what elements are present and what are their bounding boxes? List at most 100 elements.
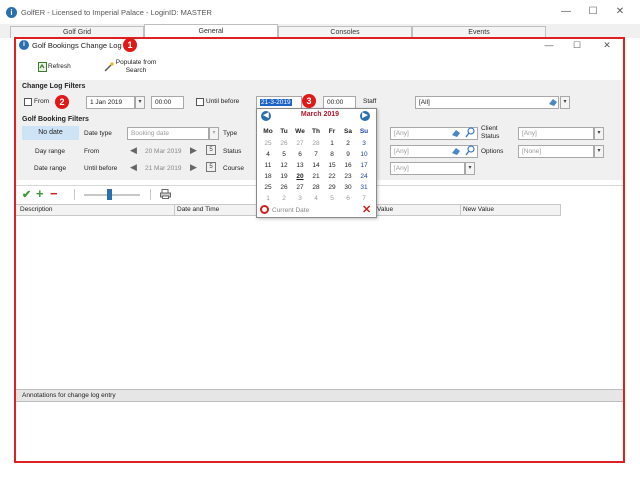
calendar-day-cell[interactable]: 1 xyxy=(260,195,276,202)
from-date-dropdown[interactable]: ▾ xyxy=(135,96,145,109)
calendar-day-cell[interactable]: 3 xyxy=(292,195,308,202)
current-date-icon[interactable] xyxy=(260,205,269,214)
from-date-field[interactable]: 1 Jan 2019 xyxy=(86,96,135,109)
accept-check-icon[interactable]: ✔ xyxy=(22,188,31,201)
calendar-day-cell[interactable]: 31 xyxy=(356,184,372,191)
course-any-field[interactable]: [Any] xyxy=(390,162,465,175)
calendar-day-cell[interactable]: 27 xyxy=(292,184,308,191)
column-header-new-value[interactable]: New Value xyxy=(463,205,494,215)
calendar-day-cell[interactable]: 28 xyxy=(308,140,324,147)
calendar-day-cell[interactable]: 30 xyxy=(340,184,356,191)
until-before-checkbox[interactable] xyxy=(196,98,204,106)
from-time-field[interactable]: 00:00 xyxy=(151,96,184,109)
calendar-day-cell[interactable]: 21 xyxy=(308,173,324,180)
calendar-prev-month-icon[interactable]: ◀ xyxy=(261,111,271,121)
clear-date-icon[interactable]: ✕ xyxy=(362,203,371,216)
calendar-day-cell[interactable]: 7 xyxy=(308,151,324,158)
calendar-day-cell[interactable]: 1 xyxy=(324,140,340,147)
column-header-description[interactable]: Description xyxy=(20,205,53,215)
calendar-day-cell[interactable]: 23 xyxy=(340,173,356,180)
calendar-day-cell[interactable]: 10 xyxy=(356,151,372,158)
calendar-day-cell[interactable]: 15 xyxy=(324,162,340,169)
child-close-button[interactable]: ✕ xyxy=(594,37,620,53)
calendar-day-cell[interactable]: 26 xyxy=(276,140,292,147)
staff-eraser-icon[interactable] xyxy=(548,97,558,107)
calendar-day-cell[interactable]: 2 xyxy=(276,195,292,202)
calendar-day-cell[interactable]: 5 xyxy=(324,195,340,202)
calendar-day-cell[interactable]: 11 xyxy=(260,162,276,169)
date-range-option[interactable]: Date range xyxy=(34,165,66,172)
from-range-value[interactable]: 20 Mar 2019 xyxy=(145,148,182,155)
from-calendar-icon[interactable]: 5 xyxy=(206,145,216,155)
calendar-day-cell[interactable]: 4 xyxy=(260,151,276,158)
from-next-arrow-icon[interactable]: ▶ xyxy=(190,145,197,156)
populate-from-search-button[interactable]: Populate from Search xyxy=(100,58,164,78)
until-next-arrow-icon[interactable]: ▶ xyxy=(190,162,197,173)
course-dropdown[interactable]: ▾ xyxy=(465,162,475,175)
current-date-button[interactable]: Current Date xyxy=(272,207,309,214)
calendar-day-cell[interactable]: 19 xyxy=(276,173,292,180)
from-prev-arrow-icon[interactable]: ◀ xyxy=(130,145,137,156)
until-calendar-icon[interactable]: 5 xyxy=(206,162,216,172)
calendar-day-cell[interactable]: 26 xyxy=(276,184,292,191)
options-field[interactable]: [None] xyxy=(518,145,594,158)
from-checkbox[interactable] xyxy=(24,98,32,106)
day-range-option[interactable]: Day range xyxy=(35,148,65,155)
calendar-day-cell[interactable]: 5 xyxy=(276,151,292,158)
date-type-field[interactable]: Booking date xyxy=(127,127,209,140)
staff-field[interactable]: [All] xyxy=(415,96,559,109)
zoom-slider-thumb[interactable] xyxy=(107,189,112,200)
calendar-month-title[interactable]: March 2019 xyxy=(296,111,344,118)
calendar-day-cell[interactable]: 3 xyxy=(356,140,372,147)
refresh-button[interactable]: Refresh xyxy=(24,60,74,74)
minimize-button[interactable]: — xyxy=(553,4,579,20)
column-header-date-time[interactable]: Date and Time xyxy=(177,205,219,215)
calendar-day-cell[interactable]: 28 xyxy=(308,184,324,191)
calendar-day-cell[interactable]: 25 xyxy=(260,140,276,147)
calendar-day-cell[interactable]: 4 xyxy=(308,195,324,202)
type-eraser-icon[interactable] xyxy=(451,128,461,140)
client-status-field[interactable]: [Any] xyxy=(518,127,594,140)
print-icon[interactable] xyxy=(160,189,171,201)
change-log-grid-body[interactable] xyxy=(16,217,623,388)
add-plus-icon[interactable]: + xyxy=(36,186,44,201)
child-maximize-button[interactable]: ☐ xyxy=(564,37,590,53)
until-before-range-value[interactable]: 21 Mar 2019 xyxy=(145,165,182,172)
options-dropdown[interactable]: ▾ xyxy=(594,145,604,158)
no-date-option[interactable]: No date xyxy=(22,126,79,140)
close-button[interactable]: ✕ xyxy=(607,4,633,20)
calendar-day-cell[interactable]: 6 xyxy=(340,195,356,202)
child-minimize-button[interactable]: — xyxy=(536,37,562,53)
calendar-day-cell[interactable]: 22 xyxy=(324,173,340,180)
client-status-dropdown[interactable]: ▾ xyxy=(594,127,604,140)
calendar-day-cell[interactable]: 6 xyxy=(292,151,308,158)
calendar-day-cell[interactable]: 18 xyxy=(260,173,276,180)
staff-dropdown[interactable]: ▾ xyxy=(560,96,570,109)
calendar-day-cell[interactable]: 24 xyxy=(356,173,372,180)
calendar-next-month-icon[interactable]: ▶ xyxy=(360,111,370,121)
calendar-day-cell[interactable]: 17 xyxy=(356,162,372,169)
status-eraser-icon[interactable] xyxy=(451,146,461,158)
zoom-slider-track[interactable] xyxy=(84,194,140,196)
column-header-value[interactable]: Value xyxy=(377,205,393,215)
calendar-day-cell[interactable]: 9 xyxy=(340,151,356,158)
calendar-day-cell[interactable]: 2 xyxy=(340,140,356,147)
date-type-dropdown[interactable]: ▾ xyxy=(209,127,219,140)
calendar-day-cell[interactable]: 8 xyxy=(324,151,340,158)
calendar-day-cell[interactable]: 25 xyxy=(260,184,276,191)
calendar-day-cell[interactable]: 13 xyxy=(292,162,308,169)
until-prev-arrow-icon[interactable]: ◀ xyxy=(130,162,137,173)
maximize-button[interactable]: ☐ xyxy=(580,4,606,20)
type-search-icon[interactable] xyxy=(465,127,476,140)
remove-minus-icon[interactable]: − xyxy=(50,186,58,201)
calendar-day-cell[interactable]: 27 xyxy=(292,140,308,147)
calendar-day-cell[interactable]: 7 xyxy=(356,195,372,202)
status-search-icon[interactable] xyxy=(465,145,476,158)
calendar-day-cell[interactable]: 16 xyxy=(340,162,356,169)
calendar-day-cell[interactable]: 29 xyxy=(324,184,340,191)
calendar-day-cell[interactable]: 14 xyxy=(308,162,324,169)
calendar-day-cell[interactable]: 12 xyxy=(276,162,292,169)
calendar-day-cell[interactable]: 20 xyxy=(292,173,308,180)
annotations-textarea[interactable] xyxy=(16,403,623,461)
tab-general[interactable]: General xyxy=(144,24,278,38)
